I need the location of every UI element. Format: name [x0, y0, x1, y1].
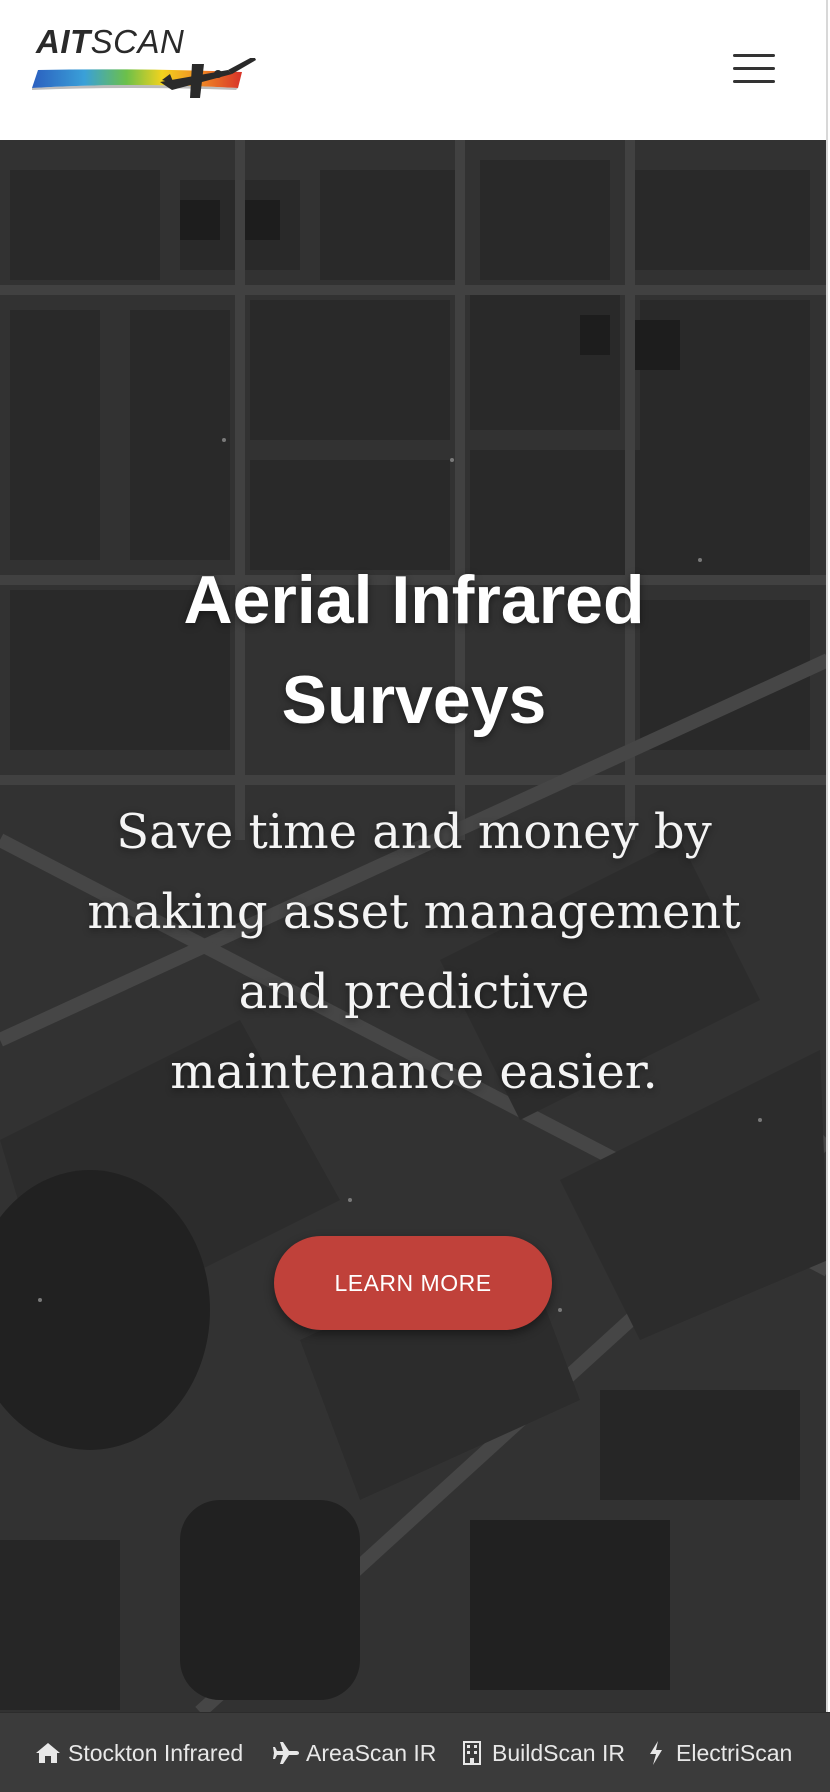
- nav-link-buildscan-ir[interactable]: BuildScan IR: [458, 1713, 625, 1792]
- nav-link-areascan-ir[interactable]: AreaScan IR: [272, 1713, 436, 1792]
- hamburger-menu-icon[interactable]: [730, 50, 778, 88]
- plane-icon: [272, 1740, 300, 1766]
- nav-link-stockton-infrared[interactable]: Stockton Infrared: [34, 1713, 243, 1792]
- logo-text-bold: AIT: [36, 23, 91, 60]
- nav-link-label: Stockton Infrared: [68, 1739, 244, 1766]
- bottom-nav-bar: Stockton Infrared AreaScan IR BuildScan …: [0, 1712, 830, 1792]
- menu-line: [733, 67, 775, 70]
- site-header: AITSCAN: [0, 0, 828, 140]
- logo-text-rest: SCAN: [90, 23, 185, 60]
- hero-title: Aerial Infrared Surveys: [183, 562, 645, 738]
- home-icon: [34, 1740, 62, 1766]
- nav-link-label: AreaScan IR: [306, 1739, 437, 1766]
- building-icon: [458, 1740, 486, 1766]
- hero-subtitle: Save time and money by making asset mana…: [87, 804, 741, 1100]
- bolt-icon: [642, 1740, 670, 1766]
- menu-line: [733, 54, 775, 57]
- nav-link-electriscan[interactable]: ElectriScan: [642, 1713, 792, 1792]
- logo-wordmark: AITSCAN: [36, 22, 184, 62]
- nav-link-label: BuildScan IR: [492, 1739, 625, 1766]
- aitscan-logo[interactable]: AITSCAN: [32, 22, 258, 102]
- learn-more-button[interactable]: LEARN MORE: [274, 1236, 552, 1330]
- nav-link-label: ElectriScan: [676, 1739, 793, 1766]
- logo-graphic: [32, 58, 256, 98]
- menu-line: [733, 80, 775, 83]
- hero-section: Aerial Infrared Surveys Save time and mo…: [0, 140, 828, 1712]
